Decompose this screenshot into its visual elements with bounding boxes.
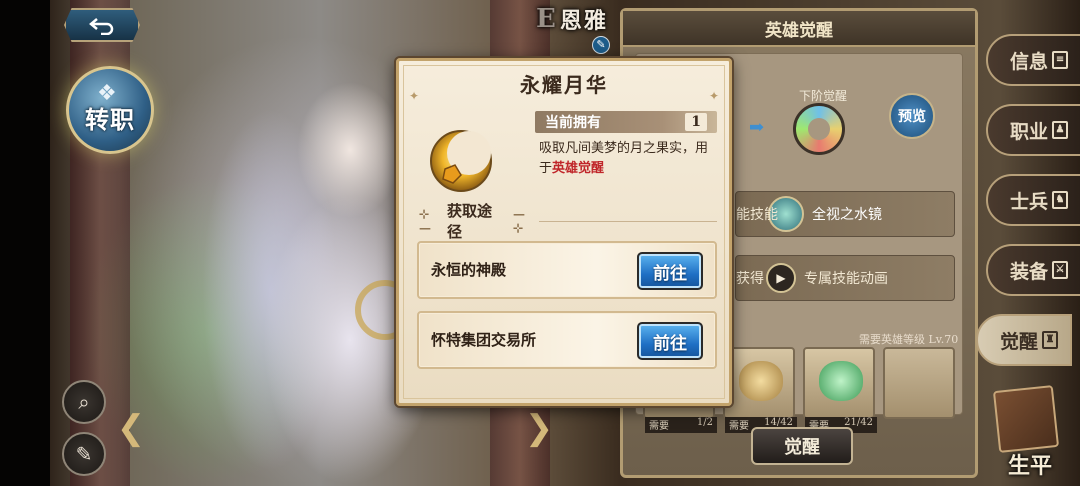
owned-label: 当前拥有 [545, 115, 601, 131]
item-info-modal: ✦ ✦ 永耀月华 当前拥有 1 吸取凡间美梦的月之果实，用于英雄觉醒 ⊹— 获取… [396, 58, 732, 406]
owned-count: 1 [685, 113, 707, 131]
go-button[interactable]: 前往 [637, 322, 703, 360]
equipment-icon: ⚔ [1052, 261, 1069, 279]
info-icon: ≡ [1052, 51, 1069, 69]
class-change-button[interactable]: ❖ 转职 [66, 66, 154, 154]
material-requirement: 需要 1/2 [645, 417, 717, 433]
source-name: 怀特集团交易所 [431, 331, 537, 349]
header-ornament-icon: —⊹ [512, 207, 525, 235]
next-stage-icon [793, 103, 845, 155]
biography-book-icon[interactable] [992, 385, 1060, 453]
awaken-icon: ♜ [1042, 331, 1059, 349]
go-button[interactable]: 前往 [637, 252, 703, 290]
source-header: ⊹— 获取途径 —⊹ [419, 202, 535, 241]
hero-rank-letter: E [536, 4, 558, 34]
tab-equipment-label: 装备 [1010, 260, 1049, 283]
feather-button[interactable]: ✎ [62, 432, 106, 476]
animation-prefix-label: 获得 [736, 271, 764, 287]
material-slot[interactable]: 需要 14/42 [723, 347, 797, 433]
tab-info-label: 信息 [1010, 50, 1049, 73]
next-stage-label: 下阶觉醒 [799, 89, 848, 103]
animation-label: 专属技能动画 [804, 271, 888, 287]
tab-awakening[interactable]: 觉醒 ♜ [976, 314, 1072, 366]
material-slot[interactable]: 需要 21/42 [803, 347, 877, 433]
awaken-button[interactable]: 觉醒 [751, 427, 853, 465]
tab-class-label: 职业 [1010, 120, 1049, 143]
tab-soldiers-label: 士兵 [1010, 190, 1049, 213]
play-icon: ▶ [766, 263, 796, 293]
section-divider [539, 221, 717, 222]
hero-name: E 恩雅 [536, 4, 608, 34]
magnifier-icon: ⌕ [78, 390, 90, 414]
tab-class[interactable]: 职业 ♟ [986, 104, 1080, 156]
hero-name-text: 恩雅 [559, 8, 608, 34]
material-need-label: 需要 [649, 421, 669, 432]
biography-label[interactable]: 生平 [1008, 448, 1052, 480]
tab-soldiers[interactable]: 士兵 ♞ [986, 174, 1080, 226]
material-need-label: 需要 [729, 421, 749, 432]
source-row: 怀特集团交易所 前往 [417, 311, 717, 369]
item-description-highlight: 英雄觉醒 [552, 161, 605, 176]
soldier-icon: ♞ [1052, 191, 1069, 209]
preview-button[interactable]: 预览 [889, 93, 935, 139]
left-screen-edge [0, 0, 50, 486]
crescent-moon-fruit-icon [425, 125, 497, 197]
material-green-heart-icon [819, 361, 863, 401]
material-gold-heart-icon [739, 361, 783, 401]
class-icon: ♟ [1052, 121, 1069, 139]
stage-arrow-icon: ➡ [749, 117, 765, 138]
item-description: 吸取凡间美梦的月之果实，用于英雄觉醒 [539, 139, 719, 179]
header-ornament-icon: ⊹— [419, 207, 431, 235]
tab-info[interactable]: 信息 ≡ [986, 34, 1080, 86]
tab-awakening-label: 觉醒 [1000, 330, 1039, 353]
back-button[interactable] [64, 8, 140, 42]
class-change-icon: ❖ [97, 81, 117, 106]
zoom-button[interactable]: ⌕ [62, 380, 106, 424]
source-header-label: 获取途径 [447, 202, 493, 241]
material-count: 1/2 [696, 417, 713, 428]
item-title: 永耀月华 [520, 73, 608, 97]
skill-name: 全视之水镜 [812, 207, 882, 223]
skill-prefix-label: 能技能 [736, 207, 778, 223]
source-row: 永恒的神殿 前往 [417, 241, 717, 299]
awakening-panel-title: 英雄觉醒 [623, 11, 975, 47]
source-name: 永恒的神殿 [431, 261, 507, 279]
awakening-skill-row[interactable]: 能技能 全视之水镜 [735, 191, 955, 237]
empty-material-slot [883, 347, 955, 419]
feather-icon: ✎ [75, 442, 93, 466]
edit-icon[interactable]: ✎ [592, 36, 610, 54]
skill-animation-row[interactable]: 获得 ▶ 专属技能动画 [735, 255, 955, 301]
next-hero-arrow[interactable]: ❯ [522, 400, 556, 456]
previous-hero-arrow[interactable]: ❮ [114, 400, 148, 456]
back-arrow-icon [89, 18, 114, 35]
tab-equipment[interactable]: 装备 ⚔ [986, 244, 1080, 296]
level-requirement: 需要英雄等级 Lv.70 [859, 333, 959, 346]
owned-quantity-bar: 当前拥有 1 [535, 111, 717, 133]
